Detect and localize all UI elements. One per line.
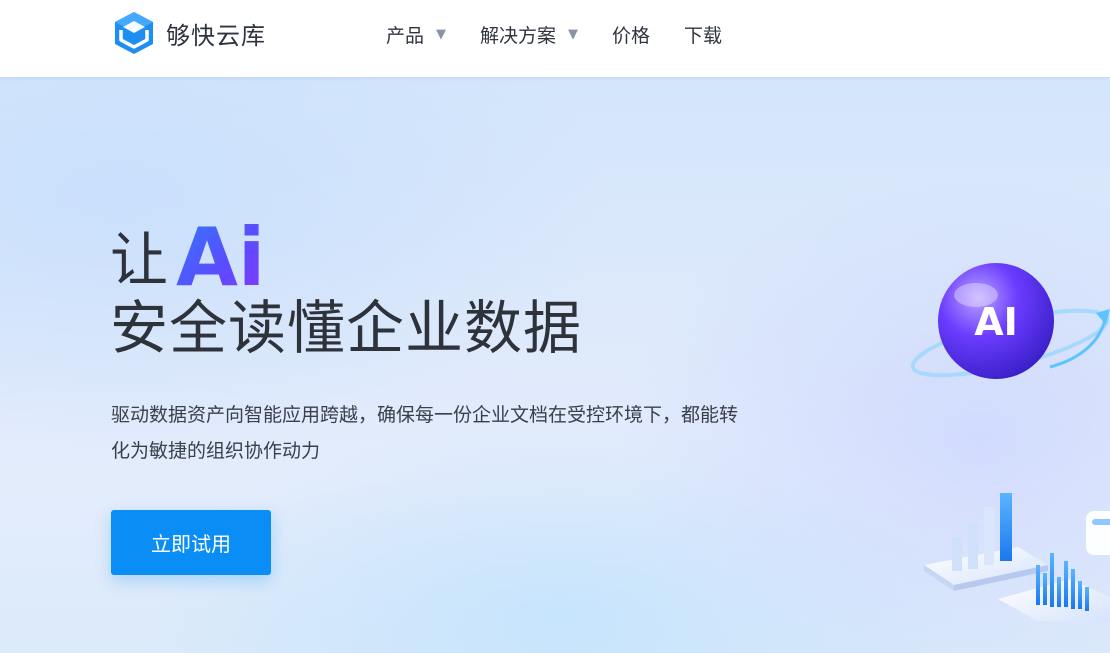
nav-item-label: 解决方案 [480, 24, 557, 47]
chevron-down-icon: ▼ [436, 26, 447, 42]
ai-wordmark-text: Ai [176, 211, 265, 293]
bar-mark [1000, 493, 1012, 561]
nav-item-label: 价格 [612, 24, 651, 47]
hero-section: 让 Ai 安全读懂企业数据 驱动数据资产向智能应用跨越，确保每一份企业文档在受控… [0, 77, 1110, 653]
brand-logo[interactable]: 够快云库 [112, 10, 266, 56]
brand-name: 够快云库 [166, 21, 266, 50]
bar-mark [968, 523, 978, 569]
hero-title-line1: 让 Ai [110, 209, 270, 293]
nav-item-download[interactable]: 下载 [684, 21, 722, 48]
side-card [1086, 511, 1110, 555]
main-nav: 产品 ▼ 解决方案 ▼ 价格 下载 [386, 0, 756, 68]
nav-item-solutions[interactable]: 解决方案 ▼ [480, 21, 578, 48]
page: 够快云库 产品 ▼ 解决方案 ▼ 价格 下载 让 Ai 安全读懂企业数据 驱动数… [0, 0, 1110, 653]
nav-item-label: 下载 [684, 24, 723, 47]
bar-mark [984, 507, 994, 565]
ai-orb-label: AI [974, 300, 1018, 344]
nav-item-pricing[interactable]: 价格 [612, 21, 650, 48]
top-navbar: 够快云库 产品 ▼ 解决方案 ▼ 价格 下载 [0, 0, 1110, 77]
chevron-down-icon: ▼ [568, 26, 579, 42]
try-now-button[interactable]: 立即试用 [111, 510, 271, 575]
nav-item-products[interactable]: 产品 ▼ [386, 21, 446, 48]
ai-data-illustration: AI [910, 263, 1110, 623]
cube-logo-icon [115, 12, 153, 54]
hero-description: 驱动数据资产向智能应用跨越，确保每一份企业文档在受控环境下，都能转化为敏捷的组织… [111, 404, 739, 462]
hero-title-prefix: 让 [110, 226, 169, 294]
ai-wordmark: Ai [176, 211, 265, 293]
hero-title-line2: 安全读懂企业数据 [110, 294, 583, 362]
nav-item-label: 产品 [386, 24, 425, 47]
bar-mark [952, 537, 962, 571]
